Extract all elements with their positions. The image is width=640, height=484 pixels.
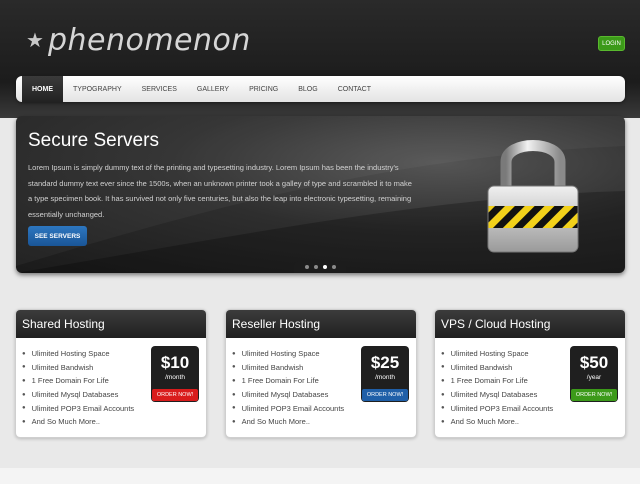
login-button[interactable]: LOGIN — [598, 36, 625, 51]
plan-feature-list: ● Ulimited Hosting Space ● Ulimited Bandwi… — [441, 347, 553, 429]
bullet-icon: ● — [441, 350, 445, 357]
padlock-icon — [487, 140, 579, 253]
bullet-icon: ● — [441, 418, 445, 425]
list-item: ● 1 Free Domain For Life — [22, 376, 109, 386]
nav-item-blog[interactable]: BLOG — [288, 76, 327, 102]
nav-item-pricing[interactable]: PRICING — [239, 76, 288, 102]
list-item: ● Ulimited POP3 Email Accounts — [441, 403, 554, 413]
main-nav: HOME TYPOGRAPHY SERVICES GALLERY PRICING… — [16, 76, 625, 102]
hero-title: Secure Servers — [28, 130, 159, 151]
price-period: /year — [586, 374, 602, 381]
bullet-icon: ● — [22, 418, 26, 425]
order-now-button[interactable]: ORDER NOW! — [362, 389, 408, 401]
list-item: ● Ulimited Mysql Databases — [22, 390, 119, 400]
star-icon: ★ — [26, 30, 44, 52]
list-item: ● Ulimited Mysql Databases — [441, 390, 538, 400]
list-item: ● Ulimited POP3 Email Accounts — [22, 403, 135, 413]
bullet-icon: ● — [441, 405, 445, 412]
bullet-icon: ● — [232, 350, 236, 357]
list-item: ● And So Much More.. — [232, 417, 310, 427]
price-period: /month — [165, 374, 185, 381]
slider-dot[interactable] — [313, 265, 318, 269]
plan-feature-list: ● Ulimited Hosting Space ● Ulimited Bandwi… — [22, 347, 134, 429]
bullet-icon: ● — [232, 418, 236, 425]
slider-dot-active[interactable] — [322, 265, 327, 269]
price-amount: $25 — [370, 353, 400, 372]
price-box: $25 /month ORDER NOW! — [361, 346, 409, 402]
plan-card-shared: Shared Hosting ● Ulimited Hosting Space ●… — [15, 309, 207, 438]
bullet-icon: ● — [22, 364, 26, 371]
slider-pagination — [294, 261, 346, 273]
list-item: ● Ulimited Hosting Space — [22, 349, 110, 359]
list-item: ● Ulimited Bandwish — [22, 362, 94, 372]
bullet-icon: ● — [232, 405, 236, 412]
order-now-button[interactable]: ORDER NOW! — [152, 389, 198, 401]
plan-feature-list: ● Ulimited Hosting Space ● Ulimited Bandwi… — [232, 347, 344, 429]
plan-title: Reseller Hosting — [226, 310, 416, 338]
list-item: ● Ulimited POP3 Email Accounts — [232, 403, 345, 413]
list-item: ● Ulimited Bandwish — [232, 362, 304, 372]
list-item: ● 1 Free Domain For Life — [232, 376, 319, 386]
price-box: $50 /year ORDER NOW! — [570, 346, 618, 402]
bullet-icon: ● — [441, 391, 445, 398]
price-amount: $50 — [579, 353, 609, 372]
nav-item-contact[interactable]: CONTACT — [328, 76, 381, 102]
nav-item-home[interactable]: HOME — [22, 76, 63, 102]
list-item: ● 1 Free Domain For Life — [441, 376, 528, 386]
slider-dot[interactable] — [304, 265, 309, 269]
list-item: ● And So Much More.. — [22, 417, 100, 427]
bullet-icon: ● — [22, 377, 26, 384]
slider-dot[interactable] — [331, 265, 336, 269]
price-box: $10 /month ORDER NOW! — [151, 346, 199, 402]
list-item: ● Ulimited Bandwish — [441, 362, 513, 372]
nav-item-services[interactable]: SERVICES — [132, 76, 187, 102]
see-servers-button[interactable]: SEE SERVERS — [28, 226, 87, 246]
list-item: ● Ulimited Mysql Databases — [232, 390, 329, 400]
hero-description: Lorem Ipsum is simply dummy text of the … — [28, 163, 412, 219]
plan-card-reseller: Reseller Hosting ● Ulimited Hosting Space… — [225, 309, 417, 438]
footer-strip — [0, 468, 640, 484]
bullet-icon: ● — [22, 391, 26, 398]
nav-item-typography[interactable]: TYPOGRAPHY — [63, 76, 132, 102]
bullet-icon: ● — [232, 391, 236, 398]
logo-text: phenomenon — [47, 23, 251, 58]
bullet-icon: ● — [232, 377, 236, 384]
nav-item-gallery[interactable]: GALLERY — [187, 76, 239, 102]
plan-title: Shared Hosting — [16, 310, 206, 338]
plan-card-vps: VPS / Cloud Hosting ● Ulimited Hosting Sp… — [434, 309, 626, 438]
bullet-icon: ● — [232, 364, 236, 371]
list-item: ● Ulimited Hosting Space — [232, 349, 320, 359]
list-item: ● Ulimited Hosting Space — [441, 349, 529, 359]
logo[interactable]: ★ phenomenon — [26, 26, 251, 56]
bullet-icon: ● — [441, 377, 445, 384]
bullet-icon: ● — [22, 350, 26, 357]
order-now-button[interactable]: ORDER NOW! — [571, 389, 617, 401]
list-item: ● And So Much More.. — [441, 417, 519, 427]
price-amount: $10 — [160, 353, 190, 372]
plan-title: VPS / Cloud Hosting — [435, 310, 625, 338]
hero-slider: Secure Servers Lorem Ipsum is simply dum… — [16, 116, 625, 273]
bullet-icon: ● — [441, 364, 445, 371]
price-period: /month — [375, 374, 395, 381]
bullet-icon: ● — [22, 405, 26, 412]
